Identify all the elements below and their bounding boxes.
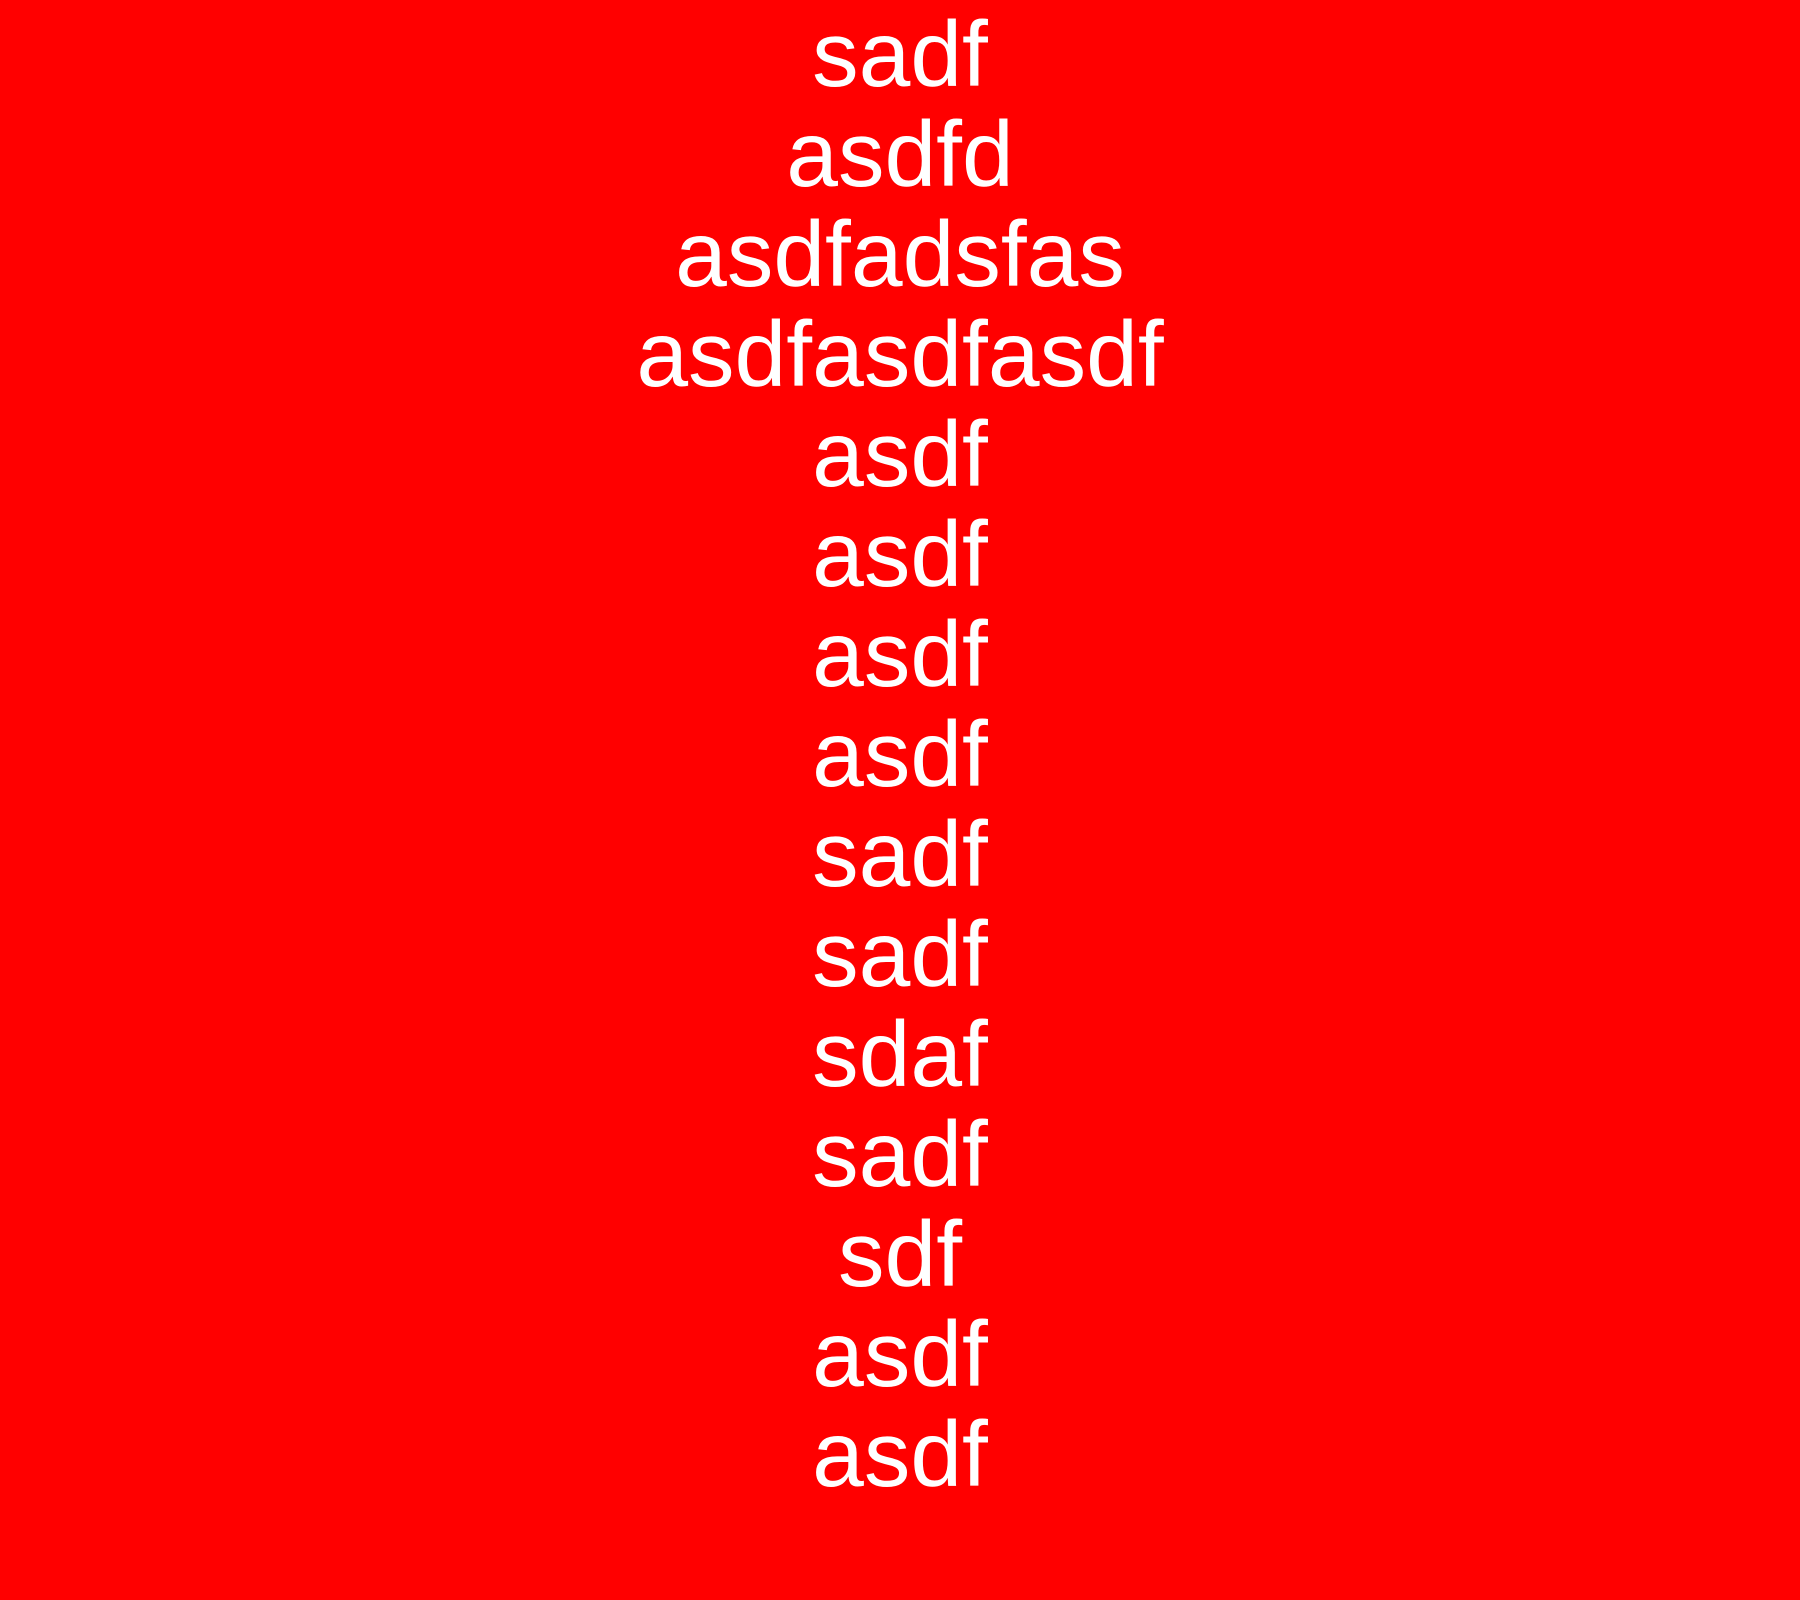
text-line: asdf — [812, 1302, 988, 1406]
text-line: asdf — [812, 702, 988, 806]
text-line: sdf — [837, 1202, 963, 1306]
text-line: sadf — [812, 2, 988, 106]
text-line: asdf — [812, 602, 988, 706]
text-line: asdfd — [786, 102, 1014, 206]
text-line: sadf — [812, 1102, 988, 1206]
text-column: sadf asdfd asdfadsfas asdfasdfasdf asdf … — [0, 0, 1800, 1504]
text-line: sadf — [812, 802, 988, 906]
text-line: asdf — [812, 1402, 988, 1506]
text-line: sadf — [812, 902, 988, 1006]
text-line: asdfadsfas — [675, 202, 1125, 306]
text-line: asdfasdfasdf — [636, 302, 1164, 406]
text-line: sdaf — [812, 1002, 988, 1106]
text-line: asdf — [812, 402, 988, 506]
text-line: asdf — [812, 502, 988, 606]
page-canvas: sadf asdfd asdfadsfas asdfasdfasdf asdf … — [0, 0, 1800, 1600]
